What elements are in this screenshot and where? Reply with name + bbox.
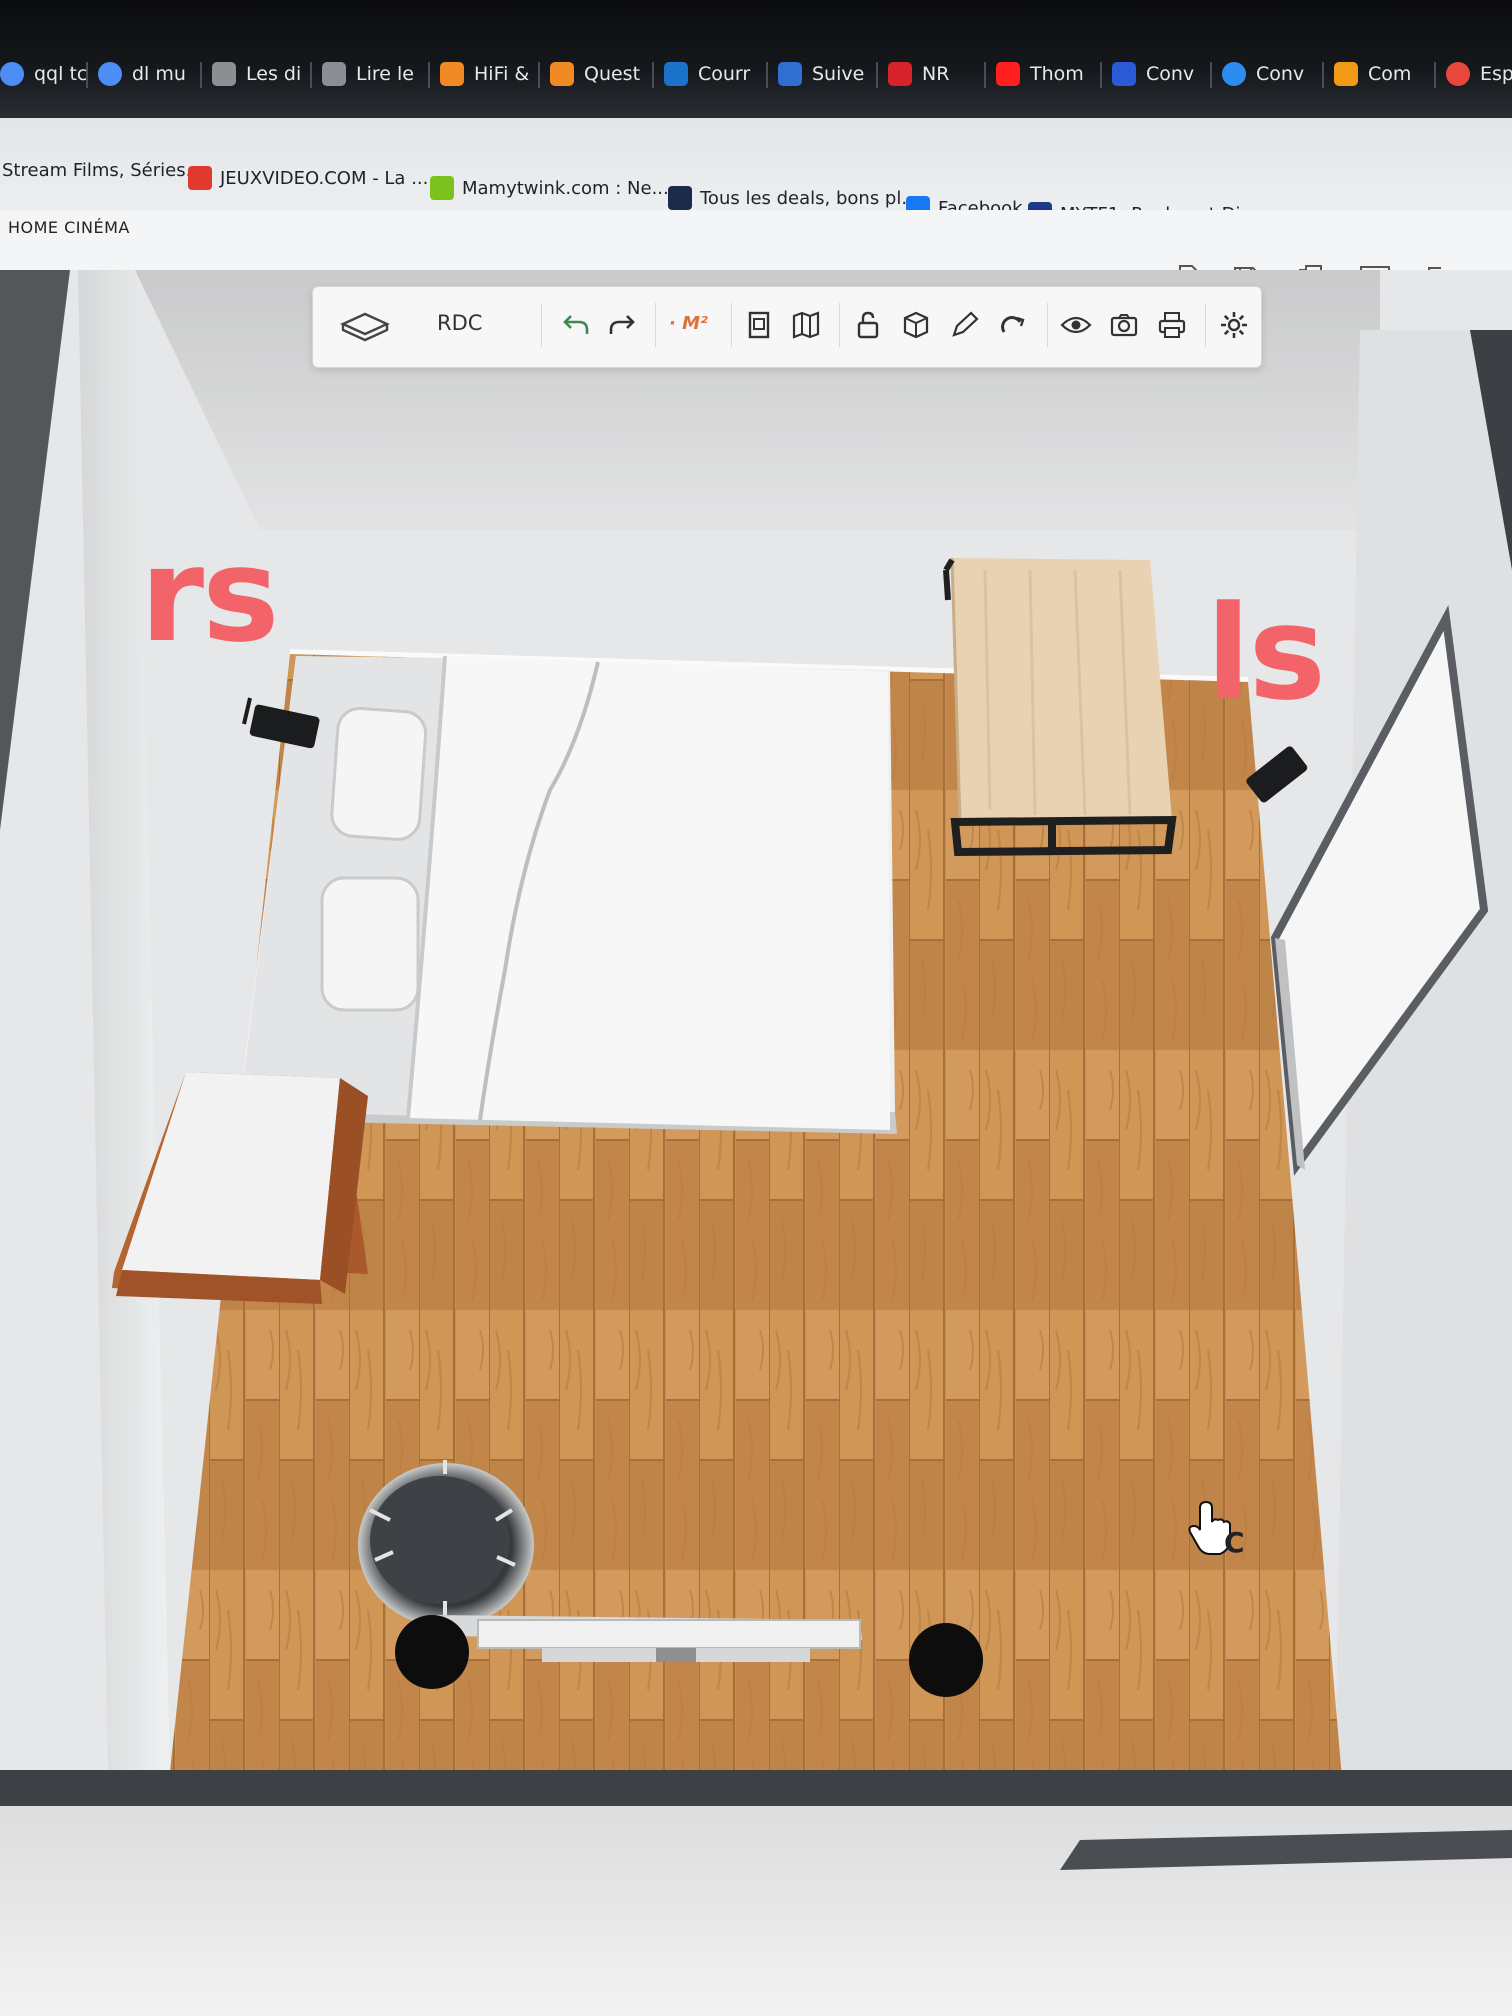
browser-tab-label: HiFi & <box>474 63 530 85</box>
google-icon <box>1446 62 1470 86</box>
video-icon <box>1112 62 1136 86</box>
project-title: HOME CINÉMA <box>8 218 130 237</box>
cube-icon[interactable] <box>897 305 935 345</box>
3d-viewport[interactable]: C <box>0 270 1512 1790</box>
browser-tab-label: Conv <box>1146 63 1195 85</box>
photo-of-screen: qql tc dl mu Les di Lire le HiFi & Quest Courr… <box>0 0 1512 2016</box>
area-button[interactable]: · M² <box>669 313 708 334</box>
browser-tab-label: Courr <box>698 63 751 85</box>
cursor-letter: C <box>1224 1526 1245 1559</box>
shop-icon <box>1334 62 1358 86</box>
browser-tab[interactable]: Espa <box>1446 54 1512 94</box>
youtube-icon <box>996 62 1020 86</box>
browser-tab-label: NR <box>922 63 950 85</box>
bookmark-item[interactable]: Tous les deals, bons pl... <box>668 186 919 210</box>
bookmark-label: Stream Films, Séries... <box>2 160 203 181</box>
browser-tab[interactable]: Conv <box>1112 54 1194 94</box>
browser-tab-label: Lire le <box>356 63 414 85</box>
editor-toolbar: RDC · M² <box>312 286 1262 368</box>
m-icon <box>430 176 454 200</box>
browser-tab-label: Espa <box>1480 63 1512 85</box>
bookmark-label: Tous les deals, bons pl... <box>700 187 919 209</box>
level-selector[interactable]: RDC <box>437 311 482 335</box>
bookmark-item[interactable]: Stream Films, Séries... <box>2 160 203 181</box>
browser-tab-label: Les di <box>246 63 302 85</box>
camera-icon[interactable] <box>1105 305 1143 345</box>
undo-icon[interactable] <box>557 305 595 345</box>
outlook-icon <box>664 62 688 86</box>
google-icon <box>0 62 24 86</box>
browser-tab[interactable]: Com <box>1334 54 1411 94</box>
browser-tab[interactable]: NR <box>888 54 949 94</box>
screen-bottom-edge <box>0 1770 1512 2016</box>
converter-icon <box>1222 62 1246 86</box>
browser-tab-label: Thom <box>1030 63 1084 85</box>
homecinema-icon <box>322 62 346 86</box>
browser-tab[interactable]: dl mu <box>98 54 186 94</box>
browser-tab-label: Quest <box>584 63 641 85</box>
browser-tab[interactable]: HiFi & <box>440 54 529 94</box>
nrj-icon <box>888 62 912 86</box>
google-icon <box>98 62 122 86</box>
label-ls: ls <box>1206 577 1326 729</box>
browser-tab-label: Conv <box>1256 63 1305 85</box>
browser-tab-label: Suive <box>812 63 865 85</box>
level-3d-icon[interactable] <box>337 305 393 345</box>
forum-icon <box>440 62 464 86</box>
label-rs: rs <box>140 519 279 671</box>
browser-tab-label: Com <box>1368 63 1412 85</box>
unlock-icon[interactable] <box>849 305 887 345</box>
browser-tab[interactable]: Quest <box>550 54 640 94</box>
bookmark-label: Mamytwink.com : Ne... <box>462 177 669 199</box>
browser-tab[interactable]: Conv <box>1222 54 1304 94</box>
forum-icon <box>550 62 574 86</box>
browser-tab[interactable]: Les di <box>212 54 301 94</box>
browser-tab-label: dl mu <box>132 63 186 85</box>
plan-export-icon[interactable] <box>741 305 779 345</box>
browser-tab[interactable]: Lire le <box>322 54 414 94</box>
redo-icon[interactable] <box>603 305 641 345</box>
magnet-icon[interactable] <box>993 305 1031 345</box>
print-icon[interactable] <box>1153 305 1191 345</box>
deal-icon <box>668 186 692 210</box>
settings-gear-icon[interactable] <box>1215 305 1253 345</box>
jv-icon <box>188 166 212 190</box>
homecinema-icon <box>212 62 236 86</box>
eye-icon[interactable] <box>1057 305 1095 345</box>
browser-tab[interactable]: qql tc <box>0 54 87 94</box>
browser-tab[interactable]: Suive <box>778 54 864 94</box>
browser-tab[interactable]: Thom <box>996 54 1084 94</box>
bookmark-item[interactable]: Mamytwink.com : Ne... <box>430 176 669 200</box>
box-icon <box>778 62 802 86</box>
bookmark-item[interactable]: JEUXVIDEO.COM - La ... <box>188 166 428 190</box>
map-icon[interactable] <box>787 305 825 345</box>
browser-tab-label: qql tc <box>34 63 88 85</box>
browser-tab-strip: qql tc dl mu Les di Lire le HiFi & Quest Courr… <box>0 0 1512 118</box>
browser-tab[interactable]: Courr <box>664 54 750 94</box>
bookmark-label: JEUXVIDEO.COM - La ... <box>220 167 429 189</box>
pencil-icon[interactable] <box>945 305 983 345</box>
